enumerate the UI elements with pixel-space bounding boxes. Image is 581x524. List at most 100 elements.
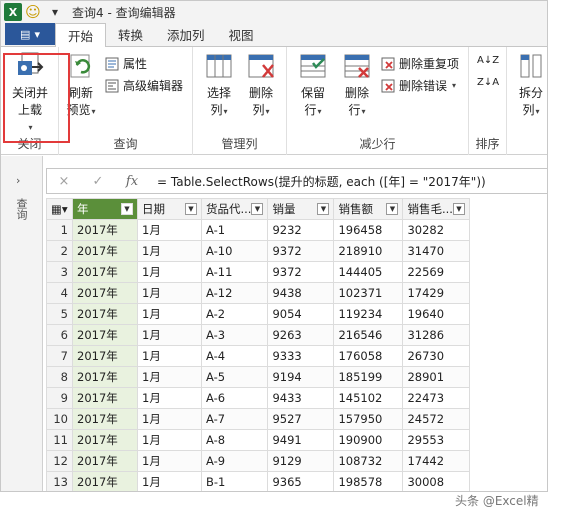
table-row[interactable]: 9 2017年 1月 A-6 9433 145102 22473: [46, 387, 470, 409]
filter-dropdown-icon[interactable]: ▼: [317, 203, 330, 215]
table-cell[interactable]: 2017年: [72, 282, 138, 304]
table-cell[interactable]: 2017年: [72, 345, 138, 367]
table-cell[interactable]: 1月: [137, 261, 202, 283]
table-cell[interactable]: 9263: [267, 324, 335, 346]
table-cell[interactable]: A-3: [200, 324, 269, 346]
table-cell[interactable]: 30282: [402, 219, 470, 241]
table-cell[interactable]: 2017年: [72, 429, 138, 451]
table-cell[interactable]: 1月: [137, 408, 202, 430]
table-row[interactable]: 6 2017年 1月 A-3 9263 216546 31286: [46, 324, 470, 346]
table-row[interactable]: 2 2017年 1月 A-10 9372 218910 31470: [46, 240, 470, 262]
table-cell[interactable]: 1月: [137, 387, 202, 409]
table-cell[interactable]: 218910: [333, 240, 404, 262]
table-cell[interactable]: 1月: [137, 282, 202, 304]
table-cell[interactable]: 2017年: [72, 240, 138, 262]
table-cell[interactable]: 9372: [267, 261, 335, 283]
table-cell[interactable]: 1月: [137, 303, 202, 325]
tab-transform[interactable]: 转换: [106, 23, 155, 46]
table-cell[interactable]: 9129: [267, 450, 335, 472]
table-cell[interactable]: 1月: [137, 240, 202, 262]
table-cell[interactable]: 2017年: [72, 387, 138, 409]
queries-pane-collapsed[interactable]: › 查询: [1, 156, 43, 491]
table-cell[interactable]: 119234: [333, 303, 404, 325]
table-cell[interactable]: B-1: [200, 471, 269, 491]
table-cell[interactable]: 1月: [137, 219, 202, 241]
row-number[interactable]: 8: [46, 366, 73, 388]
table-row[interactable]: 8 2017年 1月 A-5 9194 185199 28901: [46, 366, 470, 388]
table-row[interactable]: 12 2017年 1月 A-9 9129 108732 17442: [46, 450, 470, 472]
table-cell[interactable]: 2017年: [72, 471, 138, 491]
table-row[interactable]: 11 2017年 1月 A-8 9491 190900 29553: [46, 429, 470, 451]
filter-dropdown-icon[interactable]: ▼: [452, 203, 465, 215]
column-header-gross-profit[interactable]: 销售毛... ▼: [402, 198, 470, 220]
table-cell[interactable]: 145102: [333, 387, 404, 409]
table-cell[interactable]: 1月: [137, 345, 202, 367]
remove-duplicates-button[interactable]: 删除重复项: [381, 55, 459, 72]
remove-errors-button[interactable]: 删除错误 ▾: [381, 77, 456, 94]
column-header-year[interactable]: 年 ▼: [72, 198, 138, 220]
table-menu-icon[interactable]: ▦▾: [51, 202, 68, 216]
table-cell[interactable]: 185199: [333, 366, 404, 388]
row-number[interactable]: 10: [46, 408, 73, 430]
table-cell[interactable]: 9054: [267, 303, 335, 325]
filter-dropdown-icon[interactable]: ▼: [185, 203, 197, 215]
table-cell[interactable]: 30008: [402, 471, 470, 491]
table-cell[interactable]: 2017年: [72, 408, 138, 430]
cancel-icon[interactable]: ×: [47, 174, 81, 189]
table-cell[interactable]: 108732: [333, 450, 404, 472]
row-number[interactable]: 11: [46, 429, 73, 451]
table-cell[interactable]: 157950: [333, 408, 404, 430]
row-number[interactable]: 7: [46, 345, 73, 367]
properties-button[interactable]: 属性: [105, 55, 147, 72]
column-header-date[interactable]: 日期 ▼: [137, 198, 202, 220]
table-cell[interactable]: A-10: [200, 240, 269, 262]
table-cell[interactable]: 26730: [402, 345, 470, 367]
row-number[interactable]: 6: [46, 324, 73, 346]
split-column-button[interactable]: 拆分 列▾: [511, 51, 547, 120]
row-number[interactable]: 12: [46, 450, 73, 472]
table-cell[interactable]: 2017年: [72, 366, 138, 388]
table-cell[interactable]: 2017年: [72, 219, 138, 241]
table-cell[interactable]: 9491: [267, 429, 335, 451]
table-cell[interactable]: 196458: [333, 219, 404, 241]
table-cell[interactable]: 31470: [402, 240, 470, 262]
table-cell[interactable]: 9194: [267, 366, 335, 388]
table-cell[interactable]: 1月: [137, 324, 202, 346]
table-row[interactable]: 13 2017年 1月 B-1 9365 198578 30008: [46, 471, 470, 491]
table-cell[interactable]: 17429: [402, 282, 470, 304]
table-cell[interactable]: 198578: [333, 471, 404, 491]
table-cell[interactable]: A-4: [200, 345, 269, 367]
table-cell[interactable]: 1月: [137, 450, 202, 472]
row-number[interactable]: 3: [46, 261, 73, 283]
row-number[interactable]: 2: [46, 240, 73, 262]
table-row[interactable]: 1 2017年 1月 A-1 9232 196458 30282: [46, 219, 470, 241]
table-cell[interactable]: 24572: [402, 408, 470, 430]
table-cell[interactable]: 17442: [402, 450, 470, 472]
table-cell[interactable]: 9527: [267, 408, 335, 430]
table-cell[interactable]: 9365: [267, 471, 335, 491]
file-menu-button[interactable]: ▤ ▾: [5, 23, 55, 45]
row-number[interactable]: 1: [46, 219, 73, 241]
table-cell[interactable]: 2017年: [72, 261, 138, 283]
sort-descending-button[interactable]: Z↓A: [477, 77, 499, 88]
table-cell[interactable]: A-11: [200, 261, 269, 283]
row-number[interactable]: 4: [46, 282, 73, 304]
column-header-quantity[interactable]: 销量 ▼: [267, 198, 335, 220]
table-cell[interactable]: 102371: [333, 282, 404, 304]
table-row[interactable]: 7 2017年 1月 A-4 9333 176058 26730: [46, 345, 470, 367]
table-cell[interactable]: A-9: [200, 450, 269, 472]
table-cell[interactable]: 9372: [267, 240, 335, 262]
row-number[interactable]: 5: [46, 303, 73, 325]
excel-logo-icon[interactable]: X: [4, 3, 22, 21]
row-number[interactable]: 9: [46, 387, 73, 409]
table-cell[interactable]: 190900: [333, 429, 404, 451]
table-cell[interactable]: 22473: [402, 387, 470, 409]
filter-dropdown-icon[interactable]: ▼: [251, 203, 264, 215]
table-cell[interactable]: 1月: [137, 429, 202, 451]
remove-rows-button[interactable]: 删除 行▾: [337, 51, 377, 120]
table-cell[interactable]: 216546: [333, 324, 404, 346]
sort-ascending-button[interactable]: A↓Z: [477, 55, 499, 66]
choose-columns-button[interactable]: 选择 列▾: [199, 51, 239, 120]
table-cell[interactable]: A-12: [200, 282, 269, 304]
table-cell[interactable]: 29553: [402, 429, 470, 451]
